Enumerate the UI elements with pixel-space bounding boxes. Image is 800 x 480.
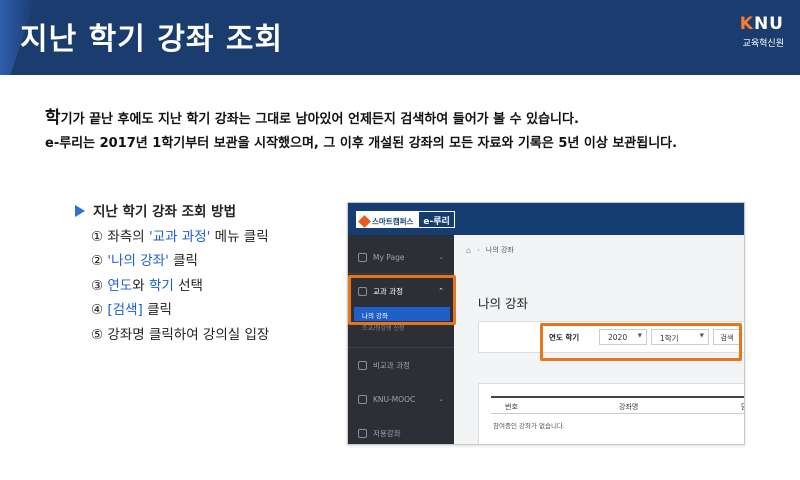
step-1: ① 좌측의 '교과 과정' 메뉴 클릭 <box>91 228 269 245</box>
header-bar: 지난 학기 강좌 조회 KNU 교육혁신원 <box>0 0 800 75</box>
logo-nu: NU <box>753 14 784 34</box>
eruri-label: e-루리 <box>418 211 455 228</box>
col-course-name: 강좌명 <box>619 403 639 411</box>
user-icon <box>358 394 367 404</box>
smartcampus-label: 스마트캠퍼스 <box>372 216 414 226</box>
intro-text: 학기가 끝난 후에도 지난 학기 강좌는 그대로 남아있어 언제든지 검색하여 … <box>45 106 785 156</box>
open-book-icon <box>358 428 367 438</box>
main-title: 나의 강좌 <box>478 296 528 311</box>
sidebar-item-books[interactable]: 저용강좌 <box>348 421 454 444</box>
eruri-screenshot: 스마트캠퍼스 e-루리 My Page ⌄ 교과 과정 ⌃ 나의 강좌 조교/청… <box>347 202 745 445</box>
callout-box-curriculum <box>348 275 456 325</box>
slide: 지난 학기 강좌 조회 KNU 교육혁신원 학기가 끝난 후에도 지난 학기 강… <box>0 0 800 480</box>
table-header: 번호 강좌명 담 <box>491 396 744 414</box>
col-number: 번호 <box>505 403 518 411</box>
knu-logo: KNU 교육혁신원 <box>704 14 784 54</box>
courses-table: 번호 강좌명 담 참여중인 강좌가 없습니다. <box>478 383 744 444</box>
breadcrumb-current: 나의 강좌 <box>485 246 514 254</box>
step-3: ③ 연도와 학기 선택 <box>91 277 203 294</box>
smartcampus-logo-icon <box>358 214 371 228</box>
triangle-bullet-icon <box>75 205 85 217</box>
page-title: 지난 학기 강좌 조회 <box>20 22 284 57</box>
col-more: 담 <box>741 402 744 412</box>
steps-list: 지난 학기 강좌 조회 방법 ① 좌측의 '교과 과정' 메뉴 클릭 ② '나의… <box>75 200 345 347</box>
step-5: ⑤ 강좌명 클릭하여 강의실 입장 <box>91 326 270 343</box>
empty-message: 참여중인 강좌가 없습니다. <box>493 422 565 430</box>
sidebar-item-noncurriculum[interactable]: 비교과 과정 <box>348 353 454 377</box>
intro-line-2: e-루리는 2017년 1학기부터 보관을 시작했으며, 그 이후 개설된 강좌… <box>45 136 678 151</box>
sidebar-item-mypage[interactable]: My Page ⌄ <box>348 245 454 269</box>
eruri-brand[interactable]: 스마트캠퍼스 e-루리 <box>356 211 455 228</box>
home-icon <box>358 252 367 262</box>
callout-box-filter <box>540 323 742 361</box>
step-4: ④ [검색] 클릭 <box>91 302 172 318</box>
intro-first-char: 학 <box>45 108 61 128</box>
logo-subtitle: 교육혁신원 <box>742 39 784 49</box>
steps-heading: 지난 학기 강좌 조회 방법 <box>93 204 236 220</box>
eruri-topbar: 스마트캠퍼스 e-루리 <box>348 203 744 235</box>
breadcrumb: ⌂ › 나의 강좌 <box>466 245 514 255</box>
chevron-down-icon: ⌄ <box>438 253 444 261</box>
step-2: ② '나의 강좌' 클릭 <box>91 253 198 269</box>
people-icon <box>358 360 367 370</box>
sidebar: My Page ⌄ 교과 과정 ⌃ 나의 강좌 조교/청강생 신청 비교과 과정… <box>348 235 454 444</box>
home-icon[interactable]: ⌂ <box>466 246 471 255</box>
intro-line-1: 기가 끝난 후에도 지난 학기 강좌는 그대로 남아있어 언제든지 검색하여 들… <box>60 112 579 127</box>
logo-k: K <box>739 14 754 34</box>
chevron-down-icon: ⌄ <box>438 395 444 403</box>
sidebar-item-mooc[interactable]: KNU-MOOC ⌄ <box>348 387 454 411</box>
